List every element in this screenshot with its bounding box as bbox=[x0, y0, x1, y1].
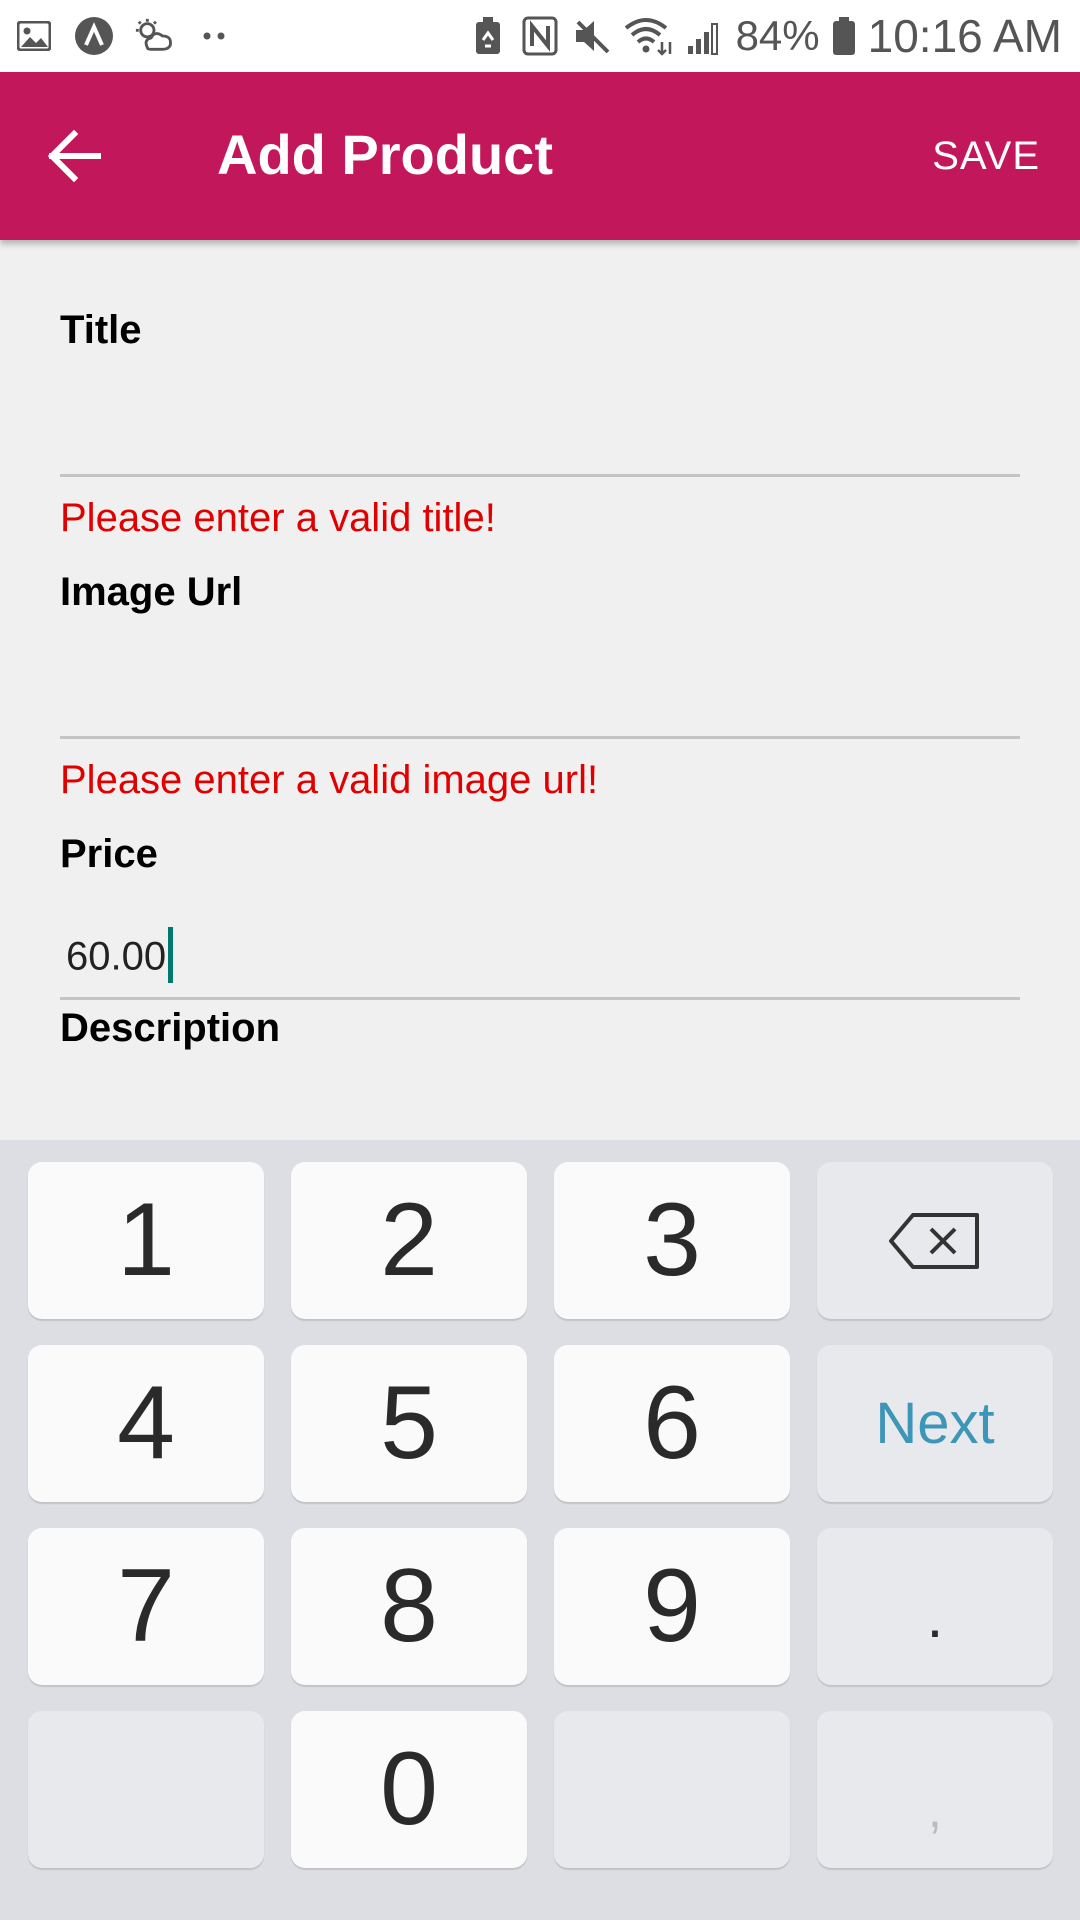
key-5[interactable]: 5 bbox=[291, 1345, 527, 1502]
comma-key[interactable]: , bbox=[817, 1711, 1053, 1868]
status-bar: 84% 10:16 AM bbox=[0, 0, 1080, 72]
clock: 10:16 AM bbox=[867, 10, 1062, 62]
price-input[interactable]: 60.00 bbox=[60, 917, 1020, 1000]
key-3[interactable]: 3 bbox=[554, 1162, 790, 1319]
key-6[interactable]: 6 bbox=[554, 1345, 790, 1502]
image-url-input[interactable] bbox=[60, 656, 1020, 739]
app-a-icon bbox=[74, 16, 114, 56]
price-value-text: 60.00 bbox=[66, 934, 167, 979]
blank-key-left bbox=[28, 1711, 264, 1868]
signal-icon bbox=[684, 16, 724, 56]
key-4[interactable]: 4 bbox=[28, 1345, 264, 1502]
price-label: Price bbox=[60, 832, 158, 876]
image-url-error: Please enter a valid image url! bbox=[60, 758, 599, 802]
price-input-value: 60.00 bbox=[66, 927, 174, 987]
battery-icon bbox=[832, 16, 856, 56]
title-input[interactable] bbox=[60, 394, 1020, 477]
save-button[interactable]: SAVE bbox=[932, 132, 1040, 180]
status-bar-right: 84% 10:16 AM bbox=[468, 10, 1062, 62]
backspace-key[interactable] bbox=[817, 1162, 1053, 1319]
weather-icon bbox=[134, 16, 174, 56]
page-title: Add Product bbox=[217, 123, 553, 186]
dot-key[interactable]: . bbox=[817, 1528, 1053, 1685]
wifi-icon bbox=[624, 16, 672, 56]
backspace-icon bbox=[889, 1212, 979, 1269]
nfc-icon bbox=[520, 16, 560, 56]
key-8[interactable]: 8 bbox=[291, 1528, 527, 1685]
mute-icon bbox=[572, 16, 612, 56]
key-9[interactable]: 9 bbox=[554, 1528, 790, 1685]
image-url-label: Image Url bbox=[60, 570, 243, 614]
image-icon bbox=[14, 16, 54, 56]
battery-percent: 84% bbox=[735, 12, 820, 59]
key-0[interactable]: 0 bbox=[291, 1711, 527, 1868]
text-cursor bbox=[168, 927, 174, 983]
arrow-left-icon bbox=[47, 129, 101, 183]
key-1[interactable]: 1 bbox=[28, 1162, 264, 1319]
battery-saver-icon bbox=[468, 16, 508, 56]
key-2[interactable]: 2 bbox=[291, 1162, 527, 1319]
status-bar-left bbox=[14, 14, 234, 58]
app-bar: Add Product SAVE bbox=[0, 72, 1080, 240]
title-label: Title bbox=[60, 308, 142, 352]
blank-key-middle bbox=[554, 1711, 790, 1868]
more-dots-icon bbox=[194, 16, 234, 56]
numeric-keyboard: 1 2 3 4 5 6 Next 7 8 9 . 0 , bbox=[0, 1140, 1080, 1920]
description-label: Description bbox=[60, 1006, 281, 1050]
key-7[interactable]: 7 bbox=[28, 1528, 264, 1685]
next-key[interactable]: Next bbox=[817, 1345, 1053, 1502]
back-button[interactable] bbox=[44, 124, 108, 188]
title-error: Please enter a valid title! bbox=[60, 496, 496, 540]
